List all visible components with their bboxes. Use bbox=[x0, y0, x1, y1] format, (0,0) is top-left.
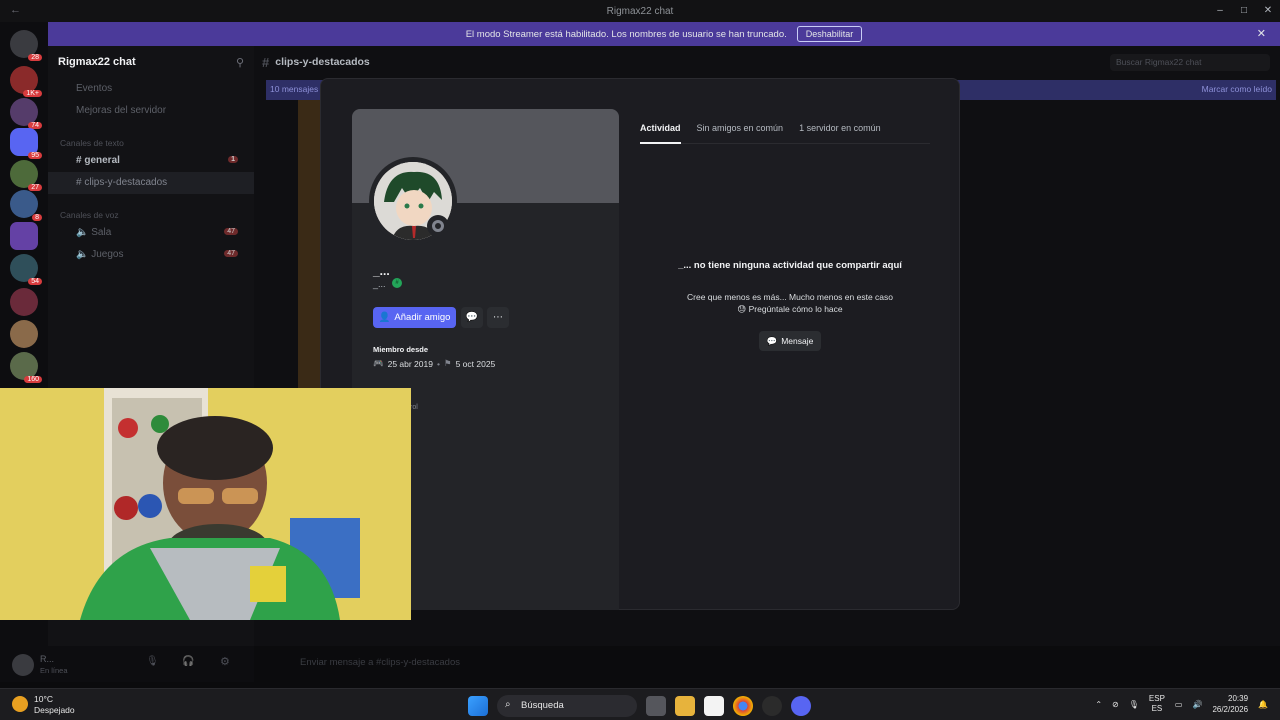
message-input[interactable]: Enviar mensaje a #clips-y-destacados bbox=[262, 648, 1272, 678]
server-icon[interactable]: 1K+ bbox=[10, 66, 42, 97]
streamer-mode-banner: El modo Streamer está habilitado. Los no… bbox=[48, 22, 1280, 46]
twitch-server-icon[interactable] bbox=[10, 222, 38, 250]
server-join-date: 5 oct 2025 bbox=[455, 358, 496, 369]
window-controls: – □ ✕ bbox=[1208, 0, 1280, 22]
taskbar-search[interactable]: ⌕ Búsqueda bbox=[497, 695, 637, 717]
banner-text: El modo Streamer está habilitado. Los no… bbox=[465, 28, 787, 40]
windows-taskbar: 10°C Despejado ⌕ Búsqueda ⌃ ⊘ 🎙 ESP ES ▭… bbox=[0, 688, 1280, 720]
search-icon: ⌕ bbox=[505, 699, 511, 710]
server-icon[interactable]: 160 bbox=[10, 352, 42, 383]
headphones-icon[interactable]: 🎧 bbox=[182, 656, 194, 667]
unread-badge: 1 bbox=[228, 156, 238, 163]
tab-activity[interactable]: Actividad bbox=[640, 120, 681, 144]
avatar[interactable] bbox=[12, 654, 34, 676]
weather-widget[interactable]: 10°C Despejado bbox=[12, 694, 75, 716]
user-status: En línea bbox=[40, 666, 68, 675]
discord-logo-icon: 🎮 bbox=[373, 358, 384, 368]
voice-channel-sala[interactable]: 🔈 Sala 47 bbox=[48, 222, 254, 244]
file-explorer-icon[interactable] bbox=[675, 696, 695, 716]
more-options-button[interactable]: ⋯ bbox=[487, 307, 509, 328]
chevron-up-icon[interactable]: ⌃ bbox=[1095, 700, 1102, 709]
notifications-icon[interactable]: 🔔 bbox=[1258, 700, 1268, 709]
nitro-badge-icon: # bbox=[392, 278, 402, 288]
empty-activity-description: Cree que menos es más... Mucho menos en … bbox=[687, 292, 893, 314]
voice-channel-juegos[interactable]: 🔈 Juegos 47 bbox=[48, 244, 254, 266]
tab-mutual-friends[interactable]: Sin amigos en común bbox=[697, 120, 784, 144]
add-user-icon: 👤 bbox=[378, 312, 391, 323]
tab-mutual-servers[interactable]: 1 servidor en común bbox=[799, 120, 881, 144]
volume-icon[interactable]: 🔊 bbox=[1192, 700, 1202, 709]
window-title: Rigmax22 chat bbox=[606, 5, 674, 17]
server-icon[interactable]: 27 bbox=[10, 160, 42, 191]
server-icon[interactable]: 74 bbox=[10, 98, 42, 129]
gear-icon[interactable]: ⚙ bbox=[220, 655, 230, 668]
store-icon[interactable] bbox=[704, 696, 724, 716]
profile-display-name: _... bbox=[373, 264, 390, 278]
voice-channels-category[interactable]: Canales de voz bbox=[48, 202, 254, 222]
language-indicator[interactable]: ESP ES bbox=[1149, 694, 1165, 714]
server-icon[interactable] bbox=[10, 320, 38, 348]
task-view-icon[interactable] bbox=[646, 696, 666, 716]
profile-avatar[interactable] bbox=[369, 157, 457, 245]
windows-start-icon[interactable] bbox=[468, 696, 488, 716]
maximize-button[interactable]: □ bbox=[1232, 0, 1256, 22]
channel-clips[interactable]: # clips-y-destacados bbox=[48, 172, 254, 194]
role-label: rol bbox=[410, 404, 418, 411]
server-header[interactable]: Rigmax22 chat ⚲ bbox=[48, 46, 254, 78]
profile-username: _... bbox=[373, 279, 386, 289]
hash-icon: # bbox=[262, 54, 270, 70]
obs-icon[interactable] bbox=[762, 696, 782, 716]
system-tray: ⌃ ⊘ 🎙 ESP ES ▭ 🔊 20:39 26/2/2026 🔔 bbox=[1095, 693, 1268, 715]
video-thumbnail[interactable] bbox=[298, 100, 320, 388]
mark-read-button[interactable]: Marcar como leído bbox=[1202, 84, 1272, 96]
server-icon[interactable]: 8 bbox=[10, 190, 42, 221]
status-indicator bbox=[427, 215, 449, 237]
close-window-button[interactable]: ✕ bbox=[1256, 0, 1280, 22]
server-icon-active[interactable]: 95 bbox=[10, 128, 42, 159]
message-icon-button[interactable]: 💬 bbox=[461, 307, 483, 328]
close-icon[interactable]: ✕ bbox=[1257, 27, 1266, 40]
clock[interactable]: 20:39 26/2/2026 bbox=[1212, 693, 1248, 715]
server-name: Rigmax22 chat bbox=[58, 56, 136, 68]
user-panel: R... En línea 🎙 🎧 ⚙ bbox=[0, 646, 254, 682]
empty-activity-title: _... no tiene ninguna actividad que comp… bbox=[678, 260, 902, 271]
taskbar-apps: ⌕ Búsqueda bbox=[468, 695, 811, 717]
direct-messages-icon[interactable]: 28 bbox=[10, 30, 42, 61]
profile-tabs: Actividad Sin amigos en común 1 servidor… bbox=[640, 120, 930, 144]
member-since-label: Miembro desde bbox=[373, 345, 429, 354]
server-flag-icon: ⚑ bbox=[443, 358, 452, 368]
minimize-button[interactable]: – bbox=[1208, 0, 1232, 22]
weather-moon-icon bbox=[12, 696, 28, 712]
server-icon[interactable]: 54 bbox=[10, 254, 42, 285]
sidebar-item-boosts[interactable]: Mejoras del servidor bbox=[48, 100, 254, 122]
webcam-overlay bbox=[0, 388, 411, 620]
user-name: R... bbox=[40, 654, 55, 664]
member-since-dates: 🎮 25 abr 2019 • ⚑ 5 oct 2025 bbox=[373, 358, 496, 369]
microphone-icon[interactable]: 🎙 bbox=[146, 656, 159, 667]
chat-bubble-icon: 💬 bbox=[766, 335, 778, 346]
channel-title: clips-y-destacados bbox=[275, 56, 370, 68]
sidebar-item-events[interactable]: Eventos bbox=[48, 78, 254, 100]
search-input[interactable]: Buscar Rigmax22 chat bbox=[1110, 54, 1270, 71]
server-icon[interactable] bbox=[10, 288, 38, 316]
add-friend-button[interactable]: 👤 Añadir amigo bbox=[373, 307, 456, 328]
disable-streamer-button[interactable]: Deshabilitar bbox=[796, 26, 863, 42]
channel-general[interactable]: # general 1 bbox=[48, 150, 254, 172]
text-channels-category[interactable]: Canales de texto bbox=[48, 130, 254, 150]
display-icon[interactable]: ▭ bbox=[1175, 700, 1183, 709]
discord-icon[interactable] bbox=[791, 696, 811, 716]
add-member-icon[interactable]: ⚲ bbox=[236, 56, 244, 69]
microphone-tray-icon[interactable]: 🎙 bbox=[1129, 700, 1139, 709]
message-button[interactable]: 💬 Mensaje bbox=[759, 331, 821, 351]
emoji-icon: 😓 bbox=[737, 304, 747, 314]
chrome-icon[interactable] bbox=[733, 696, 753, 716]
network-icon[interactable]: ⊘ bbox=[1112, 700, 1119, 709]
discord-join-date: 25 abr 2019 bbox=[387, 358, 433, 369]
window-titlebar: ← Rigmax22 chat – □ ✕ bbox=[0, 0, 1280, 22]
